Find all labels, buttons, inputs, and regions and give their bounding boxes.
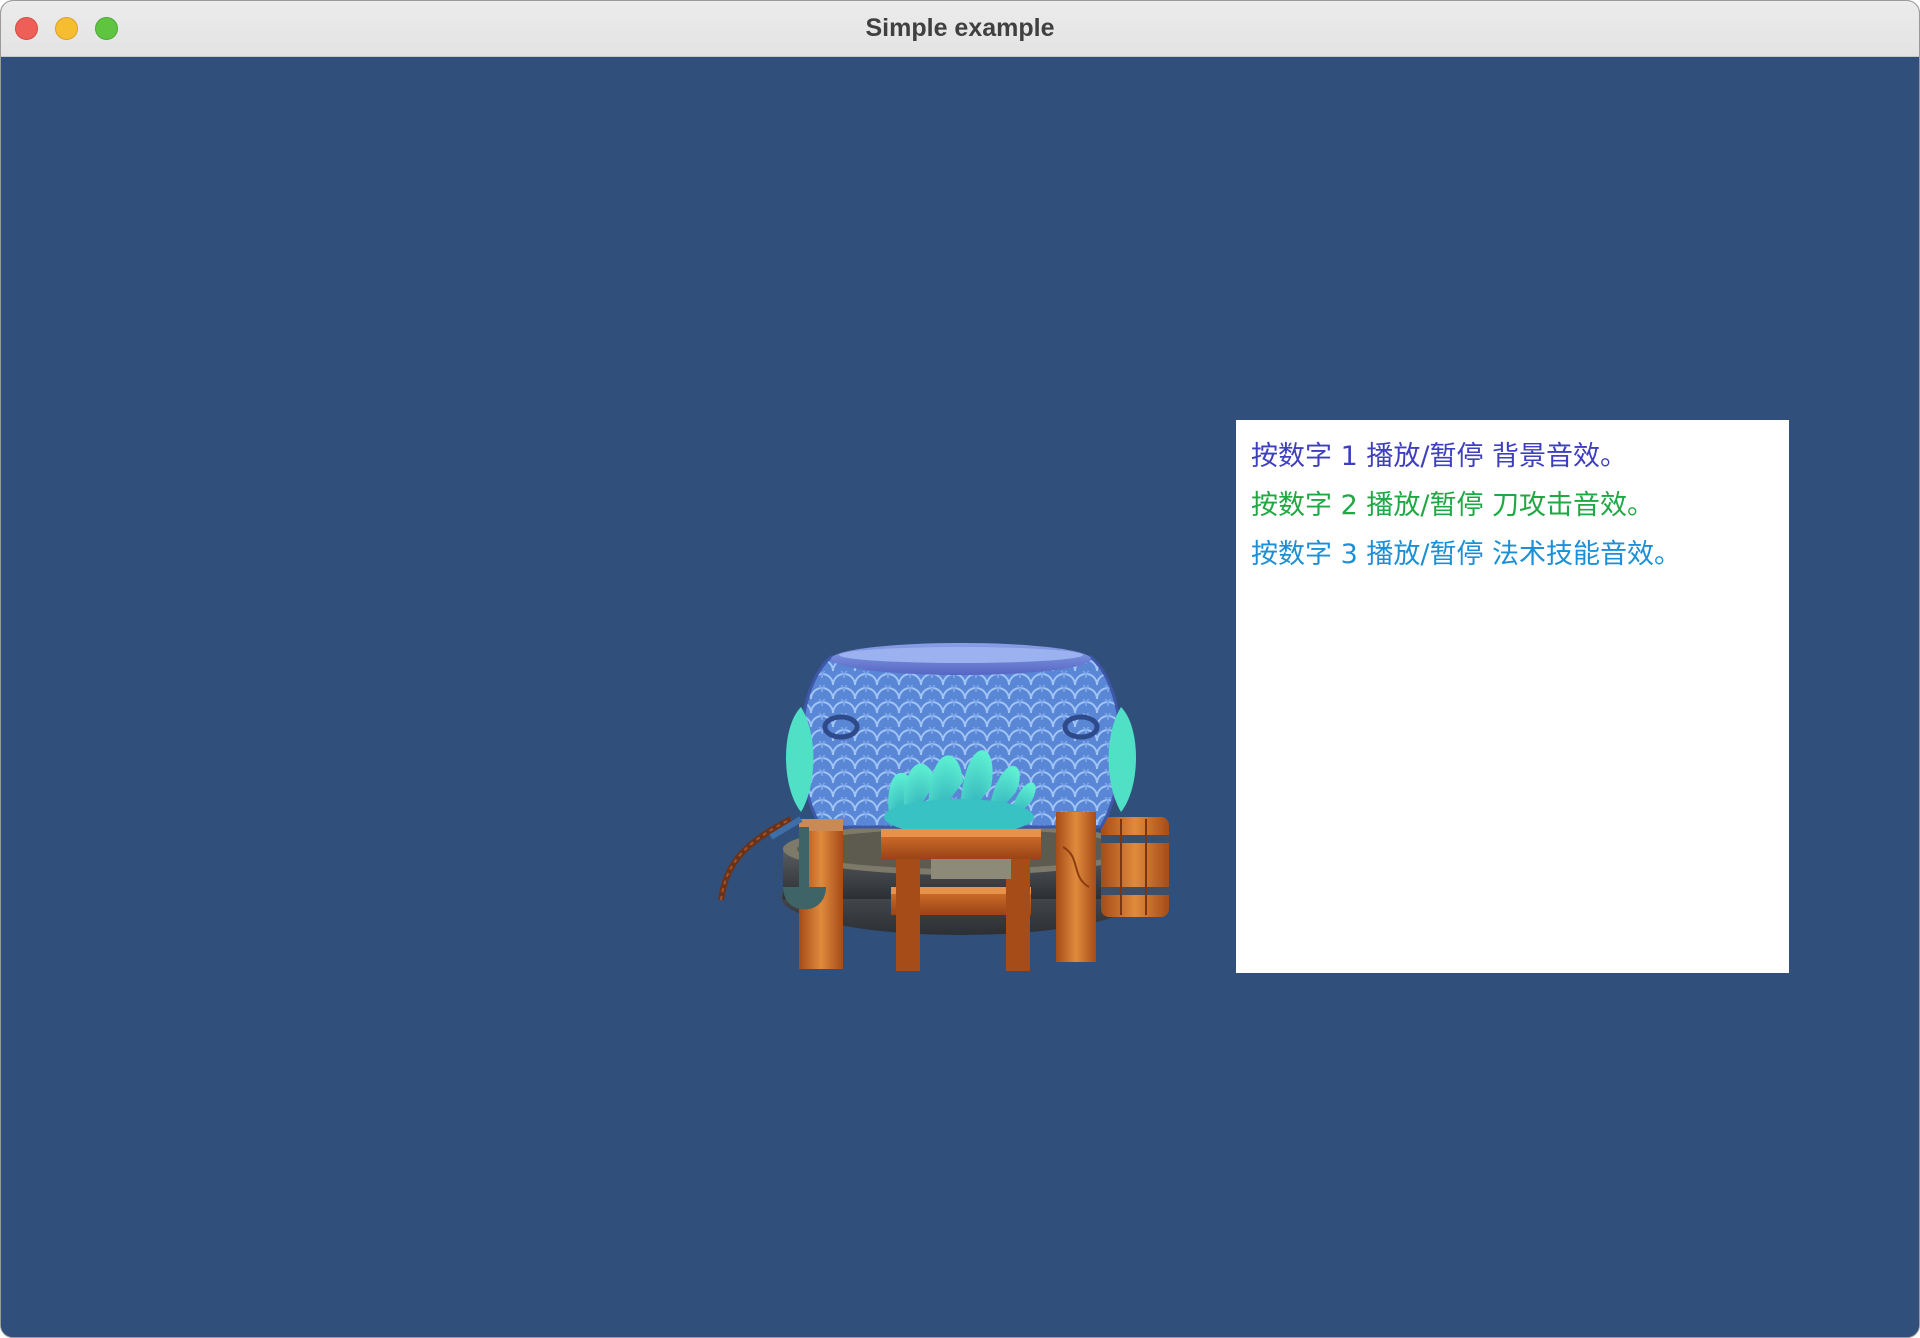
instruction-sword-attack-sound: 按数字 2 播放/暂停 刀攻击音效。 [1251,490,1655,521]
window-title: Simple example [865,14,1055,42]
water-jar-model [718,643,1169,971]
instructions-panel: 按数字 1 播放/暂停 背景音效。 按数字 2 播放/暂停 刀攻击音效。 按数字… [1236,420,1789,973]
render-canvas[interactable]: 按数字 1 播放/暂停 背景音效。 按数字 2 播放/暂停 刀攻击音效。 按数字… [1,57,1919,1337]
instruction-spell-skill-sound: 按数字 3 播放/暂停 法术技能音效。 [1251,539,1682,570]
instruction-background-sound: 按数字 1 播放/暂停 背景音效。 [1251,441,1628,472]
app-window: Simple example 按数字 1 播放/暂停 背景音效。 按数字 2 播… [0,0,1920,1338]
title-bar[interactable]: Simple example [1,1,1919,57]
